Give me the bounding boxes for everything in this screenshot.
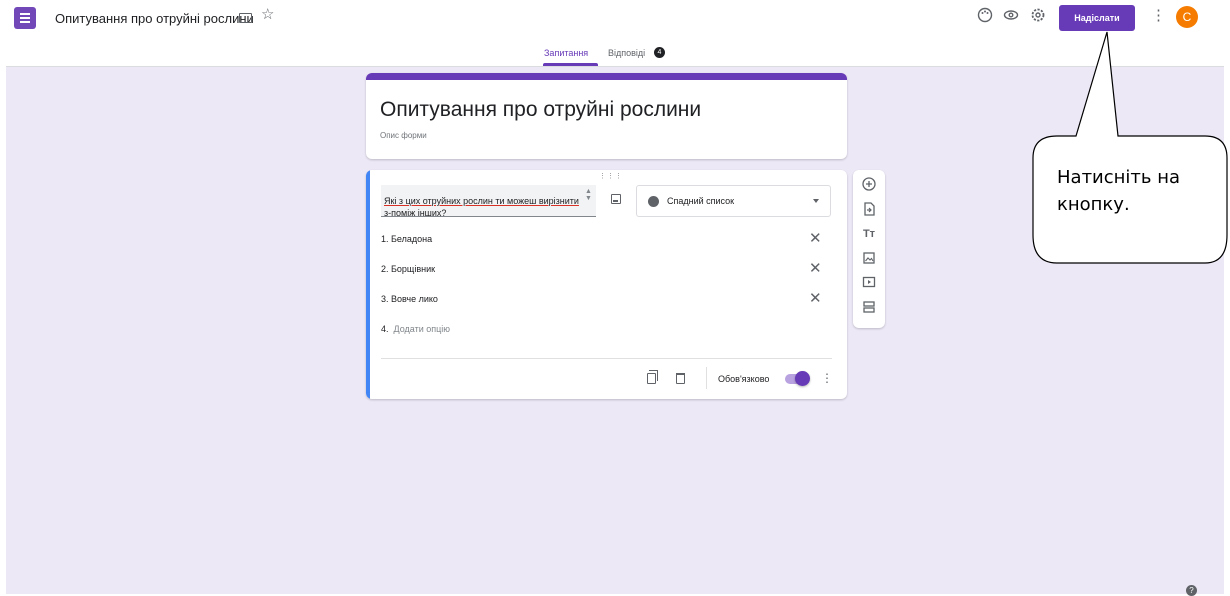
preview-eye-icon[interactable] [1002, 7, 1020, 25]
tab-questions[interactable]: Запитання [544, 48, 588, 58]
question-type-label: Спадний список [667, 196, 735, 206]
palette-icon[interactable] [976, 7, 994, 25]
more-options-icon[interactable]: ⋮ [1151, 8, 1166, 23]
add-section-icon[interactable] [861, 300, 877, 316]
question-footer-divider [381, 358, 832, 359]
drag-handle-icon[interactable]: ⋮⋮⋮ [599, 172, 623, 180]
floating-toolbar: Tт [853, 170, 885, 328]
remove-option-close-icon[interactable]: ✕ [809, 261, 822, 276]
responses-count-badge: 4 [654, 47, 665, 58]
add-option-number: 4. [381, 324, 389, 334]
add-option-label: Додати опцію [393, 324, 451, 334]
add-image-icon[interactable] [861, 251, 877, 267]
duplicate-copy-icon[interactable] [647, 370, 658, 384]
option-item[interactable]: 2. Борщівник [381, 264, 435, 274]
option-item[interactable]: 1. Беладона [381, 234, 432, 244]
settings-gear-icon[interactable] [1029, 7, 1047, 25]
send-button[interactable]: Надіслати [1059, 5, 1135, 31]
question-more-icon[interactable]: ⋮ [821, 372, 833, 384]
callout-line-2: кнопку. [1057, 194, 1130, 215]
form-description-field[interactable]: Опис форми [380, 131, 427, 140]
add-option-field[interactable]: 4. Додати опцію [381, 324, 450, 334]
add-title-text-icon[interactable]: Tт [861, 226, 877, 242]
question-field-scrollbar[interactable]: ▲ ▼ [585, 188, 592, 202]
star-icon[interactable]: ☆ [261, 7, 274, 22]
remove-option-close-icon[interactable]: ✕ [809, 231, 822, 246]
folder-icon[interactable] [239, 13, 252, 23]
callout-bubble [1032, 31, 1228, 264]
remove-option-close-icon[interactable]: ✕ [809, 291, 822, 306]
forms-app-icon[interactable] [14, 7, 36, 29]
chevron-down-icon [813, 199, 819, 203]
footer-vertical-divider [706, 367, 707, 389]
required-label: Обов'язково [718, 374, 770, 384]
document-title[interactable]: Опитування про отруйні рослини [55, 11, 254, 26]
required-toggle-knob[interactable] [795, 371, 810, 386]
help-icon[interactable]: ? [1186, 585, 1197, 596]
question-text: Які з цих отруйних рослин ти можеш виріз… [384, 196, 579, 217]
tab-responses[interactable]: Відповіді [608, 48, 645, 58]
callout-line-1: Натисніть на [1057, 167, 1181, 188]
dropdown-type-icon [648, 196, 659, 207]
callout-text: Натисніть на кнопку. [1057, 164, 1217, 218]
form-title-card[interactable]: Опитування про отруйні рослини Опис форм… [366, 73, 847, 159]
add-video-icon[interactable] [861, 275, 877, 291]
question-card[interactable]: ⋮⋮⋮ Які з цих отруйних рослин ти можеш в… [366, 170, 847, 399]
title-card-accent-bar [366, 73, 847, 80]
delete-trash-icon[interactable] [676, 373, 685, 384]
import-questions-icon[interactable] [861, 202, 877, 218]
option-item[interactable]: 3. Вовче лико [381, 294, 438, 304]
add-question-icon[interactable] [861, 177, 877, 193]
avatar[interactable]: С [1176, 6, 1198, 28]
active-question-indicator [366, 170, 370, 399]
question-text-field[interactable]: Які з цих отруйних рослин ти можеш виріз… [381, 185, 596, 217]
question-type-dropdown[interactable]: Спадний список [636, 185, 831, 217]
form-title[interactable]: Опитування про отруйні рослини [380, 98, 701, 122]
add-image-icon[interactable] [611, 194, 621, 204]
